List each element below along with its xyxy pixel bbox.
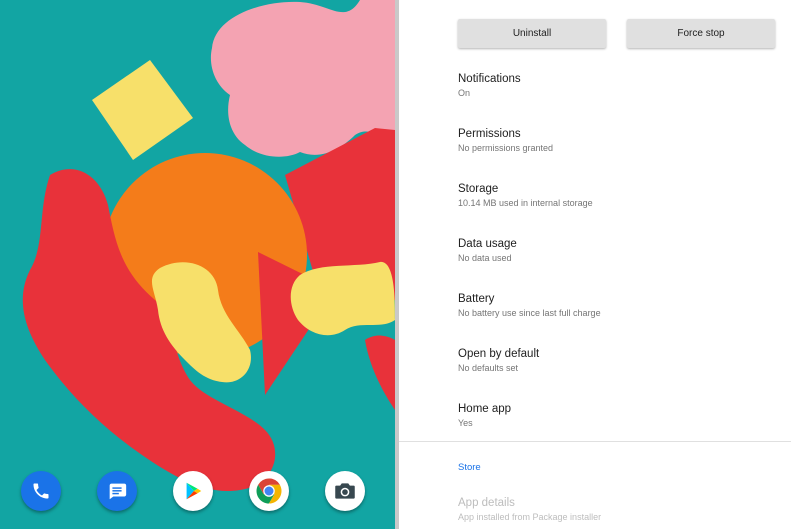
pref-title: Data usage (458, 238, 517, 250)
pref-permissions[interactable]: Permissions No permissions granted (458, 127, 778, 154)
pref-summary: No data used (458, 253, 512, 263)
pref-summary: No defaults set (458, 363, 519, 373)
app-info-panel: Uninstall Force stop Notifications On Pe… (399, 0, 791, 529)
phone-app-icon[interactable] (21, 471, 61, 511)
pref-open-by-default[interactable]: Open by default No defaults set (458, 347, 778, 374)
pref-storage[interactable]: Storage 10.14 MB used in internal storag… (458, 182, 778, 209)
camera-app-icon[interactable] (325, 471, 365, 511)
pref-app-details[interactable]: App details App installed from Package i… (458, 496, 778, 523)
force-stop-button[interactable]: Force stop (627, 19, 775, 48)
pref-summary: App installed from Package installer (458, 512, 602, 522)
pref-home-app[interactable]: Home app Yes (458, 402, 778, 429)
pref-title: Open by default (458, 348, 540, 360)
phone-icon (33, 483, 49, 499)
pref-summary: No battery use since last full charge (458, 308, 601, 318)
pref-summary: No permissions granted (458, 143, 554, 153)
pref-summary: 10.14 MB used in internal storage (458, 198, 593, 208)
pref-notifications[interactable]: Notifications On (458, 72, 778, 99)
wallpaper (0, 0, 395, 529)
pref-title: Home app (458, 403, 512, 415)
chrome-app-icon[interactable] (249, 471, 289, 511)
pref-data-usage[interactable]: Data usage No data used (458, 237, 778, 264)
pref-summary: On (458, 88, 471, 98)
pref-title: Permissions (458, 128, 521, 140)
home-screen (0, 0, 395, 529)
pref-summary: Yes (458, 418, 473, 428)
camera-icon (335, 483, 355, 499)
pref-title: Storage (458, 183, 499, 195)
section-divider (399, 441, 791, 442)
pref-title: App details (458, 497, 515, 509)
play-store-app-icon[interactable] (173, 471, 213, 511)
uninstall-button[interactable]: Uninstall (458, 19, 606, 48)
pref-title: Notifications (458, 73, 521, 85)
pref-battery[interactable]: Battery No battery use since last full c… (458, 292, 778, 319)
pref-title: Battery (458, 293, 495, 305)
dock (0, 467, 395, 515)
play-store-icon (186, 482, 202, 500)
messages-app-icon[interactable] (97, 471, 137, 511)
messages-icon (109, 483, 127, 500)
store-section-header: Store (458, 462, 481, 473)
chrome-icon (256, 478, 282, 504)
